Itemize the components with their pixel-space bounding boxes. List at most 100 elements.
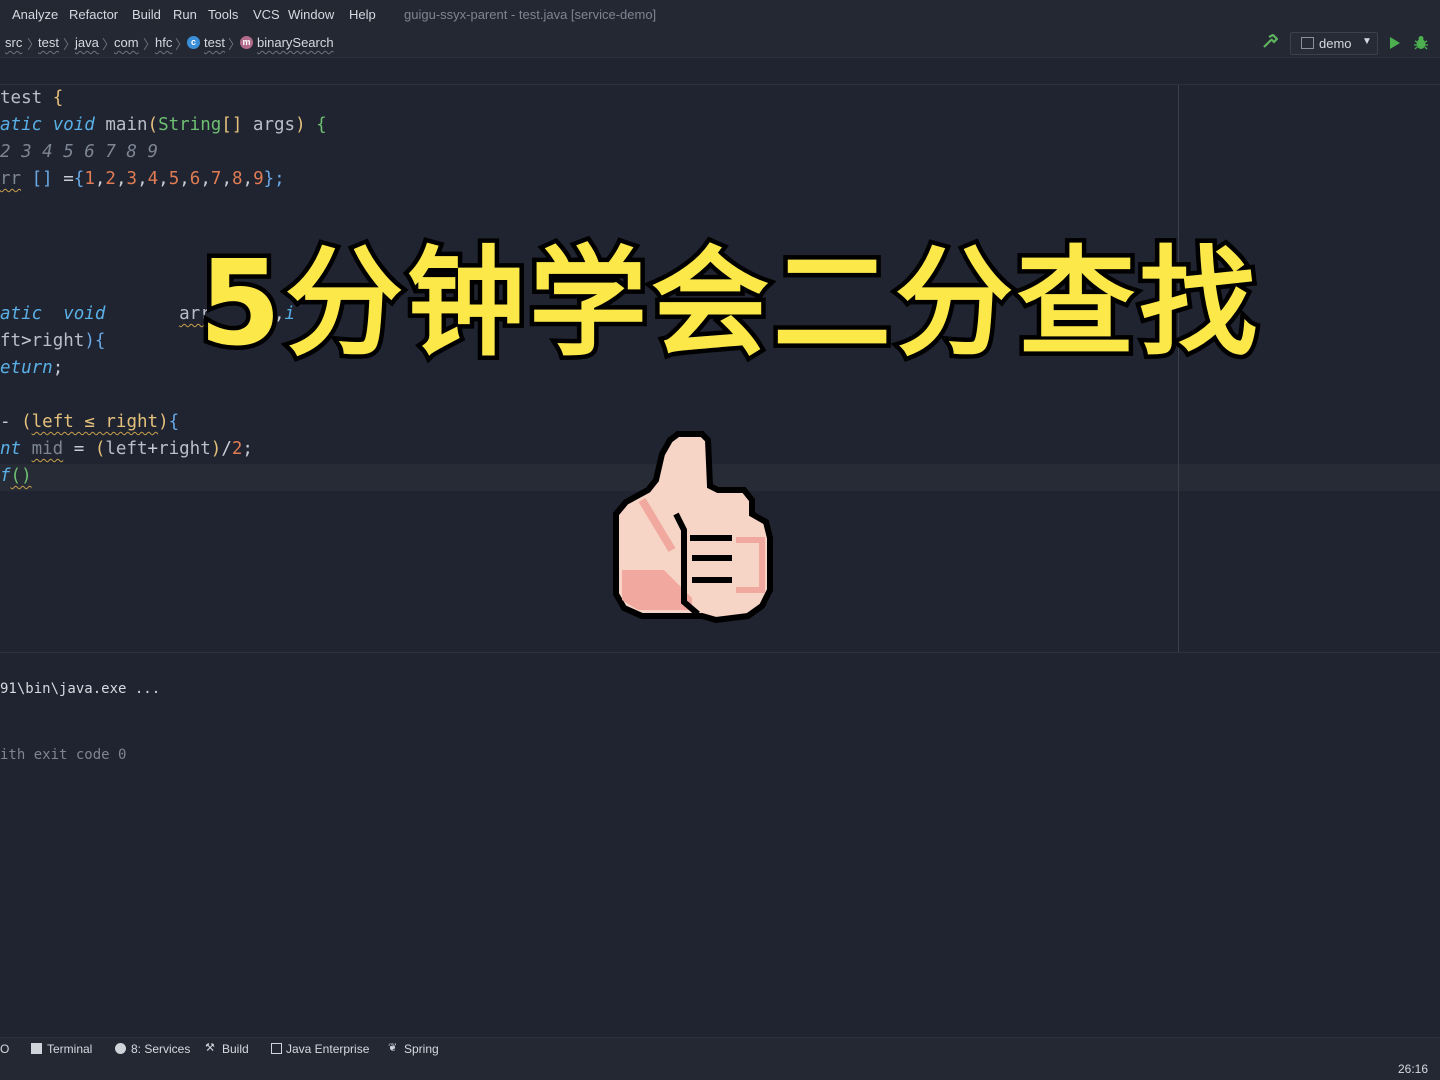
terminal-icon [31, 1043, 42, 1054]
code-token: ( [21, 412, 32, 432]
code-token: ; [242, 439, 253, 459]
breadcrumb-method[interactable]: binarySearch [257, 35, 334, 50]
code-token: 1 [84, 169, 95, 189]
spring-leaf-icon: ❦ [388, 1042, 398, 1054]
code-token: , [115, 169, 127, 189]
tool-window-header [0, 652, 1440, 682]
code-token: ) [158, 412, 169, 432]
window-icon [1301, 37, 1314, 49]
code-token: , [200, 169, 211, 189]
console-line: ith exit code 0 [0, 747, 127, 763]
code-token: 2 [105, 169, 116, 189]
code-line[interactable]: ft>right){ [0, 328, 105, 355]
code-token: = [63, 169, 74, 189]
code-line[interactable]: - (left ≤ right){ [0, 409, 179, 436]
status-bar: 26:16 [0, 1060, 1440, 1080]
editor-tab-strip [0, 58, 1440, 85]
navigation-bar: src 〉 test 〉 java 〉 com 〉 hfc 〉 c test 〉… [0, 30, 1440, 58]
tool-window-bar: O Terminal 8: Services ⚒ Build Java Ente… [0, 1037, 1440, 1060]
code-line[interactable]: test { [0, 85, 63, 112]
menu-help[interactable]: Help [349, 7, 376, 22]
code-token: ; [52, 358, 64, 378]
caret-position[interactable]: 26:16 [1398, 1062, 1428, 1076]
code-token: main [105, 115, 148, 135]
code-token: [] [221, 115, 253, 135]
breadcrumb-separator: 〉 [175, 37, 189, 52]
code-token: { [52, 88, 64, 108]
code-token: , [158, 169, 169, 189]
breadcrumb-src[interactable]: src [5, 35, 22, 50]
code-token: atic [0, 115, 53, 135]
code-token: ( [147, 115, 159, 135]
code-token: 3 [126, 169, 138, 189]
code-token: , [221, 169, 232, 189]
tool-spring[interactable]: Spring [404, 1042, 439, 1056]
menu-build[interactable]: Build [132, 7, 161, 22]
breadcrumb-test[interactable]: test [38, 35, 59, 50]
code-line[interactable]: rr [] ={1,2,3,4,5,6,7,8,9}; [0, 166, 285, 193]
code-token: f [0, 466, 11, 486]
tool-cut-item[interactable]: O [0, 1042, 9, 1056]
breadcrumb-hfc[interactable]: hfc [155, 35, 172, 50]
menu-tools[interactable]: Tools [208, 7, 238, 22]
tool-build[interactable]: Build [222, 1042, 249, 1056]
code-line[interactable]: 2 3 4 5 6 7 8 9 [0, 139, 158, 166]
code-token: { [73, 169, 85, 189]
code-token: 4 [147, 169, 159, 189]
class-icon: c [187, 36, 200, 49]
menu-window[interactable]: Window [288, 7, 334, 22]
code-token: = [63, 439, 95, 459]
code-token: test [0, 88, 53, 108]
code-token: > [21, 331, 32, 351]
code-token: eturn [0, 358, 53, 378]
code-token: void [52, 115, 106, 135]
code-token: 2 [231, 439, 243, 459]
code-token: 8 [231, 169, 243, 189]
code-token: ( [94, 439, 106, 459]
chevron-down-icon: ▼ [1362, 36, 1372, 47]
code-token: right [158, 439, 211, 459]
console-line: 91\bin\java.exe ... [0, 681, 161, 697]
menu-run[interactable]: Run [173, 7, 197, 22]
code-token: + [147, 439, 159, 459]
breadcrumb-java[interactable]: java [75, 35, 99, 50]
run-configuration-selector[interactable]: demo ▼ [1290, 32, 1378, 55]
services-icon [115, 1043, 126, 1054]
code-token: left [105, 439, 148, 459]
build-hammer-icon[interactable] [1262, 33, 1279, 50]
java-enterprise-icon [271, 1043, 282, 1054]
code-token: args [252, 115, 296, 135]
run-icon[interactable] [1390, 37, 1400, 49]
tool-java-enterprise[interactable]: Java Enterprise [286, 1042, 369, 1056]
code-token: 9 [253, 169, 264, 189]
debug-bug-icon[interactable] [1414, 35, 1428, 50]
menu-analyze[interactable]: Analyze [12, 7, 58, 22]
overlay-title: 5分钟学会二分查找 [194, 230, 1262, 377]
code-line[interactable]: atic void main(String[] args) { [0, 112, 327, 139]
code-token: ) [295, 115, 317, 135]
breadcrumb-com[interactable]: com [114, 35, 139, 50]
thumbs-up-icon [612, 430, 776, 624]
code-token: rr [0, 169, 22, 189]
code-line[interactable]: eturn; [0, 355, 63, 382]
code-line[interactable]: f() [0, 463, 32, 490]
menu-refactor[interactable]: Refactor [69, 7, 118, 22]
code-token: [] [21, 169, 64, 189]
breadcrumb-class-test[interactable]: test [204, 35, 225, 50]
menu-vcs[interactable]: VCS [253, 7, 280, 22]
code-token: atic void [0, 304, 106, 324]
method-icon: m [240, 36, 253, 49]
code-token: , [242, 169, 254, 189]
breadcrumb-separator: 〉 [228, 37, 242, 52]
run-console[interactable]: 91\bin\java.exe ... ith exit code 0 [0, 681, 1440, 1036]
code-token: 5 [168, 169, 180, 189]
code-token: { [168, 412, 180, 432]
code-token: 2 3 4 5 6 7 8 9 [0, 142, 159, 162]
tool-services[interactable]: 8: Services [131, 1042, 190, 1056]
code-token: ft [0, 331, 22, 351]
tool-terminal[interactable]: Terminal [47, 1042, 92, 1056]
code-token: left ≤ right [31, 412, 159, 432]
code-token: , [94, 169, 106, 189]
code-token: - [0, 412, 22, 432]
code-line[interactable]: nt mid = (left+right)/2; [0, 436, 253, 463]
